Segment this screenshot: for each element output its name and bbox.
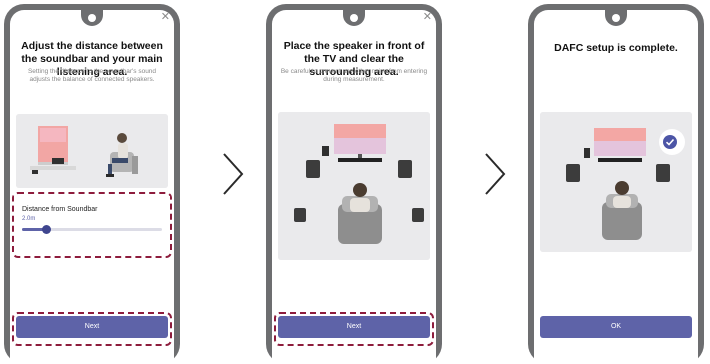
speaker-placement-illustration	[278, 112, 430, 260]
distance-slider-card: Distance from Soundbar 2.0m	[14, 196, 170, 252]
screen-step-2: ✕ Place the speaker in front of the TV a…	[272, 10, 436, 364]
setup-complete-illustration	[540, 112, 692, 252]
next-button[interactable]: Next	[16, 316, 168, 338]
check-icon	[663, 135, 677, 149]
screen-step-1: ✕ Adjust the distance between the soundb…	[10, 10, 174, 364]
slider-value: 2.0m	[22, 216, 36, 222]
camera-notch	[343, 10, 365, 26]
distance-slider-track[interactable]	[22, 225, 162, 234]
page-title: DAFC setup is complete.	[554, 42, 678, 54]
chevron-right-icon	[223, 153, 244, 195]
slider-label: Distance from Soundbar	[22, 206, 98, 213]
chevron-right-icon	[485, 153, 506, 195]
distance-slider-handle[interactable]	[41, 225, 51, 234]
ok-button[interactable]: OK	[540, 316, 692, 338]
screen-step-3: DAFC setup is complete. OK	[534, 10, 698, 364]
camera-notch	[81, 10, 103, 26]
camera-notch	[605, 10, 627, 26]
close-icon[interactable]: ✕	[423, 12, 432, 23]
tv-listener-illustration	[16, 114, 168, 188]
page-description: Setting the distance to the soundbar's s…	[27, 68, 157, 83]
next-button[interactable]: Next	[278, 316, 430, 338]
phone-step-2: ✕ Place the speaker in front of the TV a…	[266, 4, 442, 364]
page-description: Be careful to prevent any other noise fr…	[280, 68, 428, 83]
phone-step-1: ✕ Adjust the distance between the soundb…	[4, 4, 180, 364]
phone-step-3: DAFC setup is complete. OK	[528, 4, 704, 364]
close-icon[interactable]: ✕	[161, 12, 170, 23]
